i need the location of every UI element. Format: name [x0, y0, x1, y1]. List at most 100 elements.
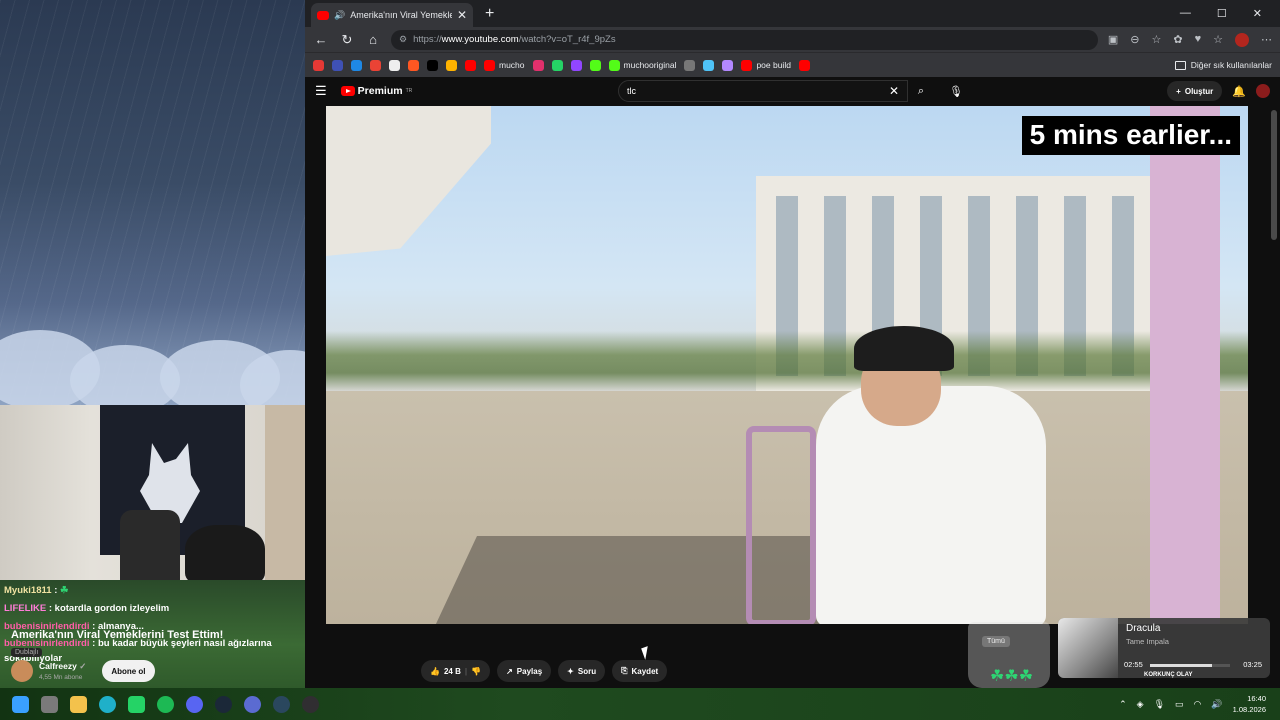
save-label: Kaydet	[631, 666, 659, 676]
bookmark-favicon-icon	[684, 59, 696, 71]
site-info-icon[interactable]: ⚙	[399, 34, 407, 45]
store-icon[interactable]	[41, 695, 58, 713]
wifi-icon[interactable]: ◠	[1194, 699, 1202, 710]
clear-search-icon[interactable]: ✕	[889, 84, 899, 98]
video-person	[796, 296, 1056, 624]
thumbs-down-icon[interactable]: 👎	[471, 667, 481, 676]
bookmark-item[interactable]	[313, 59, 324, 71]
bookmark-item[interactable]	[589, 59, 601, 71]
bookmark-item[interactable]	[408, 59, 419, 71]
search-button[interactable]: ⌕	[908, 80, 934, 102]
bookmark-item[interactable]	[532, 59, 544, 71]
bookmark-favicon-icon	[703, 59, 715, 71]
voice-search-button[interactable]: 🎙	[945, 80, 967, 102]
network-icon[interactable]: ◈	[1137, 699, 1144, 710]
browser-essentials-icon[interactable]: ♥	[1195, 33, 1202, 47]
split-screen-icon[interactable]: ▣	[1108, 33, 1118, 47]
bookmark-item[interactable]	[446, 59, 457, 71]
like-count: 24 B	[443, 666, 461, 676]
extensions-icon[interactable]: ✿	[1173, 33, 1182, 47]
browser-tab[interactable]: 🔊 Amerika'nın Viral Yemeklerini ✕	[311, 3, 473, 27]
track-time-current: 02:55	[1124, 660, 1143, 669]
search-input[interactable]: tlc ✕	[618, 80, 908, 102]
track-title: Dracula	[1126, 623, 1161, 634]
chat-message: LIFELIKE : kotardla gordon izleyelim	[4, 600, 301, 618]
back-button[interactable]: ←	[313, 32, 329, 47]
thumbs-up-icon: 👍	[430, 666, 440, 676]
bookmark-item[interactable]	[570, 59, 582, 71]
track-time-total: 03:25	[1243, 660, 1262, 669]
display-icon[interactable]: ▭	[1175, 699, 1184, 710]
menu-hamburger-icon[interactable]: ☰	[315, 83, 327, 99]
bookmark-item[interactable]: poe build	[741, 59, 791, 71]
masthead-right: + Oluştur 🔔	[1167, 81, 1270, 101]
channel-subscribers: 4,55 Mn abone	[39, 674, 83, 681]
close-window-button[interactable]: ✕	[1253, 7, 1262, 20]
bookmark-item[interactable]	[389, 59, 400, 71]
save-button[interactable]: ⎘ Kaydet	[612, 660, 668, 682]
taskbar-clock[interactable]: 16:40 1.08.2026	[1233, 693, 1266, 715]
account-avatar[interactable]	[1256, 84, 1270, 98]
bookmark-item[interactable]	[370, 59, 381, 71]
profile-avatar[interactable]	[1235, 32, 1249, 47]
share-button[interactable]: ↗ Paylaş	[497, 660, 552, 682]
bookmark-item[interactable]	[427, 59, 438, 71]
bookmark-item[interactable]	[798, 59, 810, 71]
more-menu-icon[interactable]: ⋯	[1261, 33, 1272, 47]
toolbar-icons: ▣ ⊖ ☆ ✿ ♥ ☆ ⋯	[1108, 32, 1272, 47]
bookmark-item[interactable]	[551, 59, 563, 71]
favorites-icon[interactable]: ☆	[1213, 33, 1223, 47]
edge-icon[interactable]	[99, 695, 116, 713]
settings-gear-icon[interactable]	[244, 695, 261, 713]
subscribe-button[interactable]: Abone ol	[102, 660, 155, 682]
youtube-play-icon	[340, 86, 355, 96]
whatsapp-icon[interactable]	[128, 695, 145, 713]
mic-tray-icon[interactable]: 🎙	[1154, 699, 1165, 710]
youtube-favicon-icon	[317, 10, 329, 20]
url-text: https://www.youtube.com/watch?v=oT_r4f_9…	[413, 34, 616, 45]
notifications-bell-icon[interactable]: 🔔	[1232, 85, 1246, 98]
chevron-up-icon[interactable]: ⌃	[1119, 699, 1127, 710]
address-bar[interactable]: ⚙ https://www.youtube.com/watch?v=oT_r4f…	[391, 29, 1098, 50]
other-bookmarks[interactable]: Diğer sık kullanılanlar	[1174, 60, 1272, 70]
bookmark-item[interactable]: muchooriginal	[608, 59, 676, 71]
zoom-icon[interactable]: ⊖	[1130, 33, 1139, 47]
windows-start-icon[interactable]	[12, 695, 29, 713]
channel-avatar[interactable]	[11, 660, 33, 682]
reload-button[interactable]: ↻	[339, 32, 355, 48]
steam-icon[interactable]	[215, 695, 232, 713]
bookmark-item[interactable]	[703, 59, 715, 71]
bookmark-item[interactable]	[722, 59, 734, 71]
bookmark-item[interactable]	[684, 59, 696, 71]
bookmark-favicon-icon	[427, 59, 438, 71]
new-tab-button[interactable]: +	[485, 5, 494, 23]
obs-icon[interactable]	[302, 695, 319, 713]
folder-icon	[1174, 60, 1186, 70]
discord-icon[interactable]	[186, 695, 203, 713]
channel-name[interactable]: Calfreezy ✓	[39, 661, 86, 672]
create-button[interactable]: + Oluştur	[1167, 81, 1223, 101]
bookmark-item[interactable]: mucho	[484, 59, 525, 71]
volume-icon[interactable]: 🔊	[1211, 699, 1222, 710]
youtube-logo[interactable]: Premium TR	[340, 85, 413, 97]
bookmark-item[interactable]	[351, 59, 362, 71]
page-scrollbar[interactable]	[1271, 110, 1277, 240]
close-tab-icon[interactable]: ✕	[457, 8, 467, 22]
steam-alt-icon[interactable]	[273, 695, 290, 713]
navigation-bar: ← ↻ ⌂ ⚙ https://www.youtube.com/watch?v=…	[305, 27, 1280, 52]
video-player[interactable]: 5 mins earlier...	[326, 106, 1248, 624]
minimize-button[interactable]: —	[1180, 7, 1191, 20]
logo-region: TR	[405, 88, 413, 94]
webcam-feed	[0, 405, 305, 580]
other-bookmarks-label: Diğer sık kullanılanlar	[1190, 60, 1272, 70]
ask-button[interactable]: ✦ Soru	[558, 660, 606, 682]
bookmark-label: mucho	[499, 60, 525, 70]
bookmark-item[interactable]	[332, 59, 343, 71]
home-button[interactable]: ⌂	[365, 32, 381, 47]
maximize-button[interactable]: ☐	[1217, 7, 1227, 20]
spotify-icon[interactable]	[157, 695, 174, 713]
favorite-star-icon[interactable]: ☆	[1152, 33, 1162, 47]
bookmark-item[interactable]	[465, 59, 476, 71]
file-explorer-icon[interactable]	[70, 695, 87, 713]
like-button[interactable]: 👍 24 B | 👎	[421, 660, 491, 682]
